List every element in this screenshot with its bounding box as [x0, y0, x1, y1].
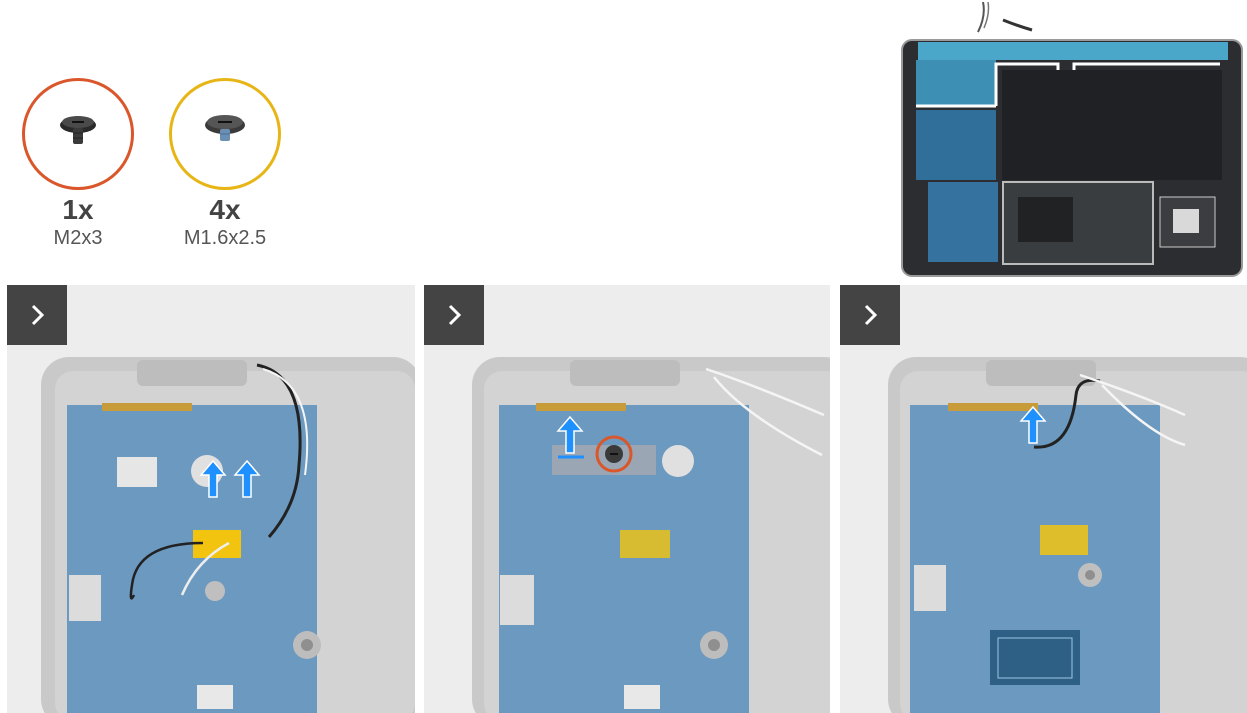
step-1-illustration	[41, 357, 415, 713]
screw-m16x25: 4x M1.6x2.5	[160, 78, 290, 250]
screw-m2x3-icon	[60, 116, 96, 144]
screw-m16x25-icon	[205, 115, 245, 141]
screw-m16x25-quantity: 4x	[209, 194, 241, 225]
screw-m2x3-size: M2x3	[53, 227, 103, 249]
step-panel-2	[424, 285, 830, 713]
step-panel-1	[7, 285, 415, 713]
screw-m2x3: 1x M2x3	[13, 78, 143, 250]
chevron-right-icon	[864, 304, 878, 326]
screw-m16x25-size: M1.6x2.5	[183, 227, 267, 249]
screw-m16x25-ring	[169, 78, 281, 190]
step-2-next-button[interactable]	[424, 285, 484, 345]
step-panel-3	[840, 285, 1247, 713]
palmrest-overview-illustration	[901, 1, 1243, 277]
step-2-illustration	[472, 357, 830, 713]
chevron-right-icon	[448, 304, 462, 326]
step-3-illustration	[888, 357, 1247, 713]
screw-m2x3-ring	[22, 78, 134, 190]
screw-m2x3-quantity: 1x	[62, 194, 94, 225]
step-3-next-button[interactable]	[840, 285, 900, 345]
chevron-right-icon	[31, 304, 45, 326]
overview-image	[898, 1, 1243, 278]
screw-legend: 1x M2x3 4x M1.6x2.5	[0, 0, 320, 250]
step-1-next-button[interactable]	[7, 285, 67, 345]
